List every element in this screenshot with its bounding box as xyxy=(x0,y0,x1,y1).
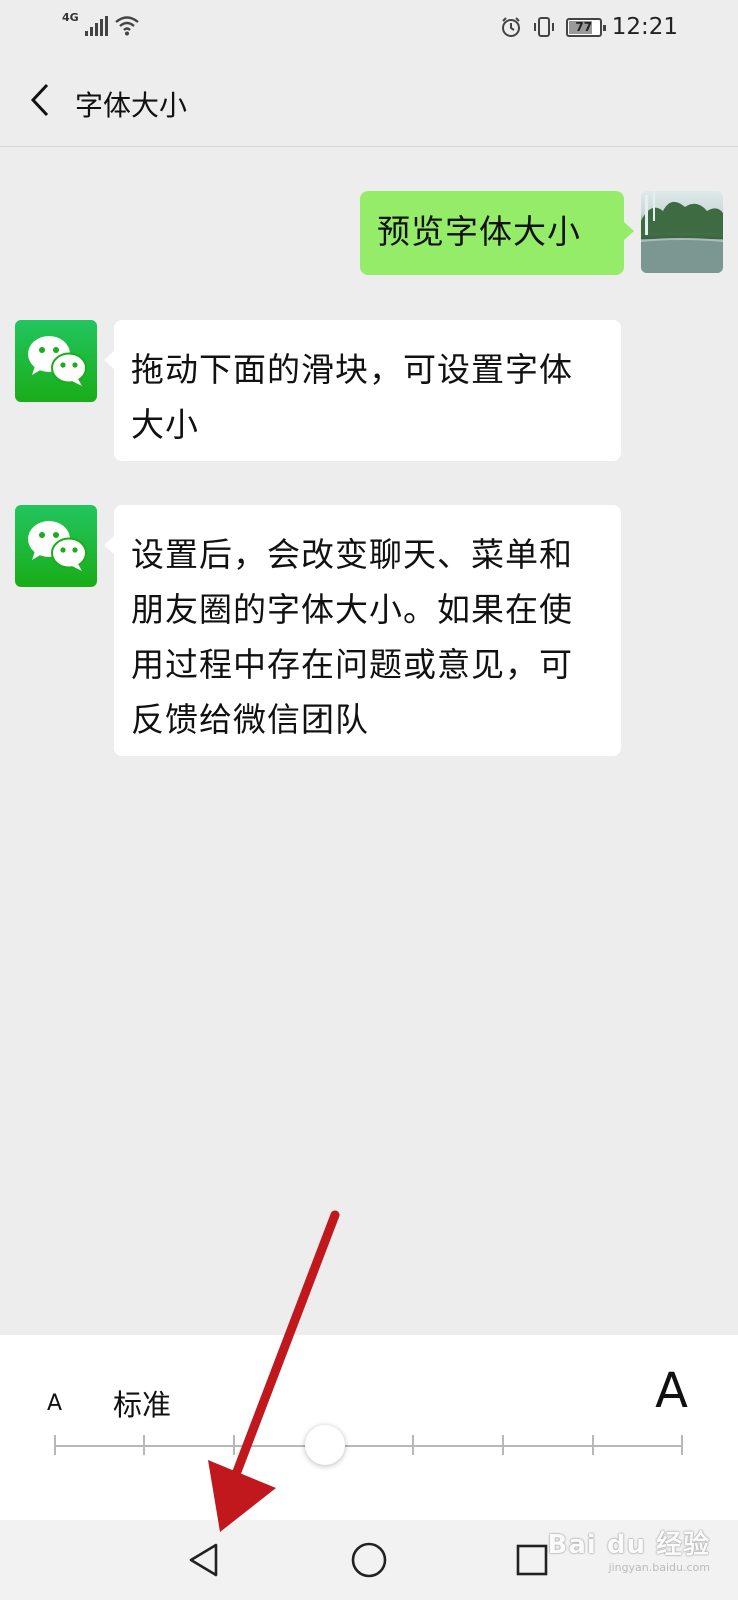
my-avatar[interactable] xyxy=(641,191,723,273)
wechat-logo-icon xyxy=(28,521,87,571)
clock: 12:21 xyxy=(611,14,678,40)
slider-tick[interactable] xyxy=(143,1435,145,1455)
slider-tick[interactable] xyxy=(681,1435,683,1455)
system-nav-bar: Bai du 经验 jingyan.baidu.com xyxy=(0,1520,738,1600)
battery-level: 77 xyxy=(575,20,593,34)
system-home-button[interactable] xyxy=(347,1538,391,1582)
my-message-bubble: 预览字体大小 xyxy=(360,191,634,275)
font-size-slider-thumb[interactable] xyxy=(305,1425,345,1465)
back-button[interactable] xyxy=(18,78,62,122)
status-right-indicators: 77 12:21 xyxy=(500,14,678,40)
message-text: 预览字体大小 xyxy=(377,212,581,251)
message-text: 设置后，会改变聊天、菜单和朋友圈的字体大小。如果在使用过程中存在问题或意见，可反… xyxy=(131,535,573,739)
system-back-button[interactable] xyxy=(182,1538,226,1582)
network-type-label: 4G xyxy=(62,11,79,24)
chevron-left-icon xyxy=(30,83,49,117)
watermark: Bai du 经验 jingyan.baidu.com xyxy=(548,1524,711,1574)
watermark-brand: Bai du 经验 xyxy=(547,1530,710,1560)
status-left-indicators: 4G xyxy=(62,11,140,36)
recents-square-icon xyxy=(516,1544,548,1576)
wechat-avatar[interactable] xyxy=(15,320,97,402)
page-title: 字体大小 xyxy=(75,89,188,122)
vibrate-icon xyxy=(533,17,554,37)
message-bubble: 设置后，会改变聊天、菜单和朋友圈的字体大小。如果在使用过程中存在问题或意见，可反… xyxy=(104,505,621,756)
message-text: 拖动下面的滑块，可设置字体大小 xyxy=(131,350,573,444)
avatar-photo-image xyxy=(641,191,723,273)
back-triangle-icon xyxy=(189,1543,218,1577)
large-font-label: A xyxy=(655,1363,688,1419)
font-size-slider-track[interactable] xyxy=(54,1445,683,1447)
alarm-icon xyxy=(501,17,520,37)
wechat-logo-icon xyxy=(28,336,87,386)
slider-tick[interactable] xyxy=(233,1435,235,1455)
slider-tick[interactable] xyxy=(412,1435,414,1455)
status-bar: 4G 77 12:21 xyxy=(0,0,738,56)
wifi-icon xyxy=(114,16,139,36)
slider-tick[interactable] xyxy=(592,1435,594,1455)
signal-strength-icon xyxy=(84,16,108,36)
home-circle-icon xyxy=(351,1542,387,1578)
battery-icon: 77 xyxy=(565,17,606,37)
nav-header: 字体大小 xyxy=(0,56,738,147)
message-bubble: 拖动下面的滑块，可设置字体大小 xyxy=(104,320,621,461)
wechat-avatar[interactable] xyxy=(15,505,97,587)
small-font-label: A xyxy=(47,1391,63,1416)
slider-tick[interactable] xyxy=(54,1435,56,1455)
current-size-label: 标准 xyxy=(113,1388,172,1422)
slider-tick[interactable] xyxy=(502,1435,504,1455)
watermark-url: jingyan.baidu.com xyxy=(608,1561,710,1574)
font-size-panel: A 标准 A xyxy=(0,1335,738,1520)
